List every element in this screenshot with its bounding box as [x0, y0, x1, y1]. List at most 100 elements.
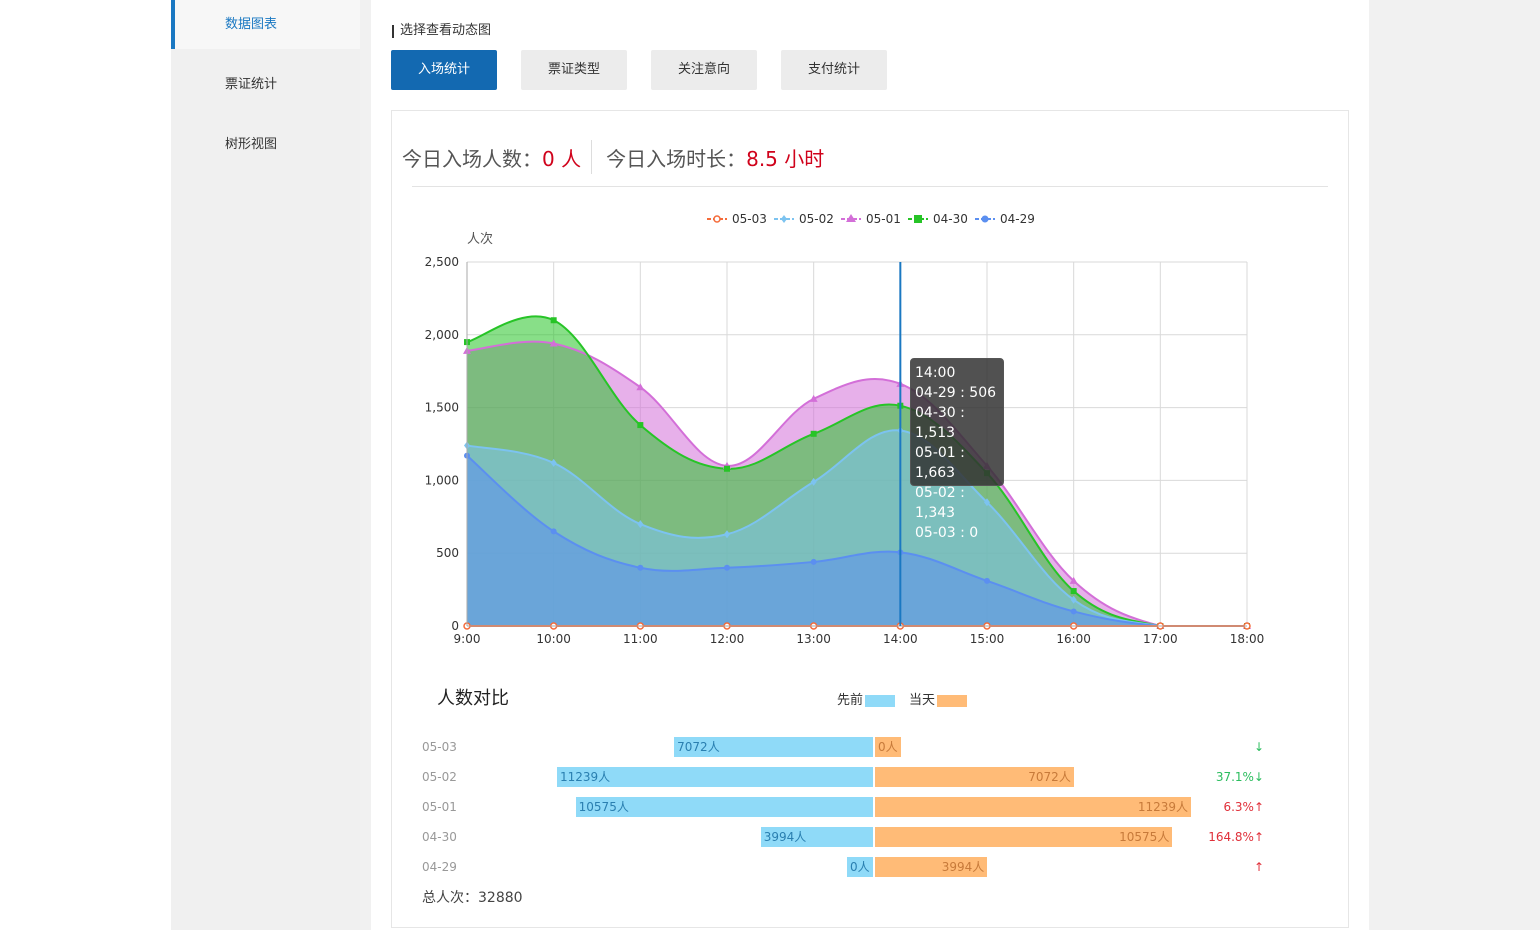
legend-today-swatch[interactable]	[937, 694, 968, 707]
today-count-value: 0 人	[542, 147, 582, 171]
legend-today-label: 当天	[909, 693, 936, 708]
data-point-04-30[interactable]	[637, 422, 644, 429]
area-chart[interactable]: 05-03 05-02 05-01 04-30 04-29 人次 0 500 1,000 1,…	[392, 191, 1348, 671]
data-point-04-30[interactable]	[810, 430, 817, 437]
legend-marker	[713, 215, 721, 223]
compare-row: 05-02 11239人 7072人 37.1%↓	[392, 767, 1348, 787]
compare-row: 04-29 0人 3994人 ↑	[392, 857, 1348, 877]
x-tick-label: 16:00	[1056, 632, 1091, 646]
data-point-04-29[interactable]	[1070, 608, 1077, 615]
tooltip-line: 05-03 : 0	[915, 525, 979, 541]
compare-bar-before[interactable]: 11239人	[557, 767, 873, 787]
legend-item-05-02[interactable]: 05-02	[774, 212, 834, 226]
x-tick-label: 14:00	[883, 632, 918, 646]
compare-change: ↓	[1253, 740, 1264, 754]
compare-row-date: 05-03	[422, 740, 457, 754]
tooltip-line: 05-01 : 1,663	[915, 445, 965, 481]
data-point-04-29[interactable]	[984, 577, 990, 584]
tab-interest-intent[interactable]: 关注意向	[651, 50, 757, 90]
compare-row-date: 04-29	[422, 860, 457, 874]
data-point-04-30[interactable]	[1070, 588, 1077, 595]
compare-bar-today[interactable]: 3994人	[875, 857, 988, 877]
legend-marker	[914, 215, 922, 223]
x-tick-label: 18:00	[1230, 632, 1265, 646]
page-right-margin	[1369, 0, 1540, 930]
legend-label: 05-03	[732, 212, 767, 226]
legend-label: 05-02	[799, 212, 834, 226]
y-axis-label: 人次	[467, 231, 493, 247]
sidebar-item-label: 票证统计	[225, 77, 278, 92]
tooltip-line: 04-30 : 1,513	[915, 405, 965, 441]
legend-item-05-03[interactable]: 05-03	[707, 212, 767, 226]
total-count: 总人次：32880	[422, 890, 523, 906]
tooltip-line: 05-02 : 1,343	[915, 485, 965, 521]
data-point-04-30[interactable]	[550, 317, 557, 324]
x-tick-label: 11:00	[623, 632, 658, 646]
data-point-04-29[interactable]	[810, 558, 817, 565]
y-tick-label: 1,000	[425, 473, 459, 487]
chart-areas	[467, 316, 1247, 626]
y-tick-label: 500	[436, 546, 459, 560]
compare-title: 人数对比	[437, 688, 509, 709]
compare-change: 37.1%↓	[1215, 770, 1264, 784]
sidebar-item-label: 树形视图	[225, 137, 278, 152]
legend-marker	[781, 215, 787, 223]
chart-tooltip: 14:00 04-29 : 506 04-30 : 1,513 05-01 : …	[910, 358, 1004, 541]
x-tick-label: 15:00	[970, 632, 1005, 646]
sidebar-item-tree-view[interactable]: 树形视图	[171, 120, 360, 169]
compare-row-date: 04-30	[422, 830, 457, 844]
legend-label: 05-01	[866, 212, 901, 226]
x-tick-label: 17:00	[1143, 632, 1178, 646]
data-point-04-29[interactable]	[550, 528, 557, 535]
legend-item-04-29[interactable]: 04-29	[975, 212, 1035, 226]
tooltip-title: 14:00	[915, 365, 956, 381]
y-tick-label: 2,500	[425, 255, 459, 269]
compare-legend[interactable]: 先前 当天	[837, 689, 981, 708]
chart-legend[interactable]: 05-03 05-02 05-01 04-30 04-29	[707, 212, 1035, 226]
sidebar: 数据图表 票证统计 树形视图	[171, 0, 360, 930]
data-point-04-29[interactable]	[724, 564, 730, 571]
compare-change: 6.3%↑	[1223, 800, 1264, 814]
compare-bar-before[interactable]: 7072人	[674, 737, 873, 757]
today-duration-value: 8.5 小时	[746, 147, 825, 171]
compare-bar-today[interactable]: 0人	[875, 737, 901, 757]
legend-item-04-30[interactable]: 04-30	[908, 212, 968, 226]
compare-bar-today[interactable]: 7072人	[875, 767, 1074, 787]
compare-bar-before[interactable]: 0人	[847, 857, 873, 877]
today-duration-label: 今日入场时长：	[606, 147, 747, 171]
sidebar-item-data-charts[interactable]: 数据图表	[171, 0, 360, 49]
tooltip-line: 04-29 : 506	[915, 385, 997, 401]
tab-payment-stats[interactable]: 支付统计	[781, 50, 887, 90]
legend-before-label: 先前	[837, 693, 864, 708]
tab-ticket-types[interactable]: 票证类型	[521, 50, 627, 90]
compare-change: ↑	[1253, 860, 1264, 874]
sidebar-item-ticket-stats[interactable]: 票证统计	[171, 60, 360, 109]
y-tick-label: 1,500	[425, 401, 459, 415]
compare-bar-before[interactable]: 10575人	[575, 797, 873, 817]
compare-bar-today[interactable]: 11239人	[875, 797, 1191, 817]
stats-separator	[412, 186, 1328, 187]
y-tick-label: 0	[451, 619, 459, 633]
x-tick-label: 12:00	[710, 632, 745, 646]
legend-before-swatch[interactable]	[865, 694, 896, 707]
legend-item-05-01[interactable]: 05-01	[841, 212, 901, 226]
y-tick-label: 2,000	[425, 328, 459, 342]
today-stats: 今日入场人数：0 人今日入场时长：8.5 小时	[402, 136, 824, 176]
main-content: 选择查看动态图 入场统计 票证类型 关注意向 支付统计 今日入场人数：0 人今日…	[371, 0, 1369, 930]
compare-bar-today[interactable]: 10575人	[875, 827, 1173, 847]
sidebar-divider	[360, 0, 371, 930]
tab-entry-stats[interactable]: 入场统计	[391, 50, 497, 90]
x-tick-label: 9:00	[454, 632, 481, 646]
sidebar-item-label: 数据图表	[225, 17, 278, 32]
data-point-04-29[interactable]	[637, 564, 644, 571]
today-count-label: 今日入场人数：	[402, 147, 542, 171]
legend-label: 04-30	[933, 212, 968, 226]
x-tick-label: 10:00	[536, 632, 571, 646]
stats-divider	[591, 139, 593, 174]
compare-row: 04-30 3994人 10575人 164.8%↑	[392, 827, 1348, 847]
data-point-04-30[interactable]	[724, 465, 730, 472]
compare-bar-before[interactable]: 3994人	[760, 827, 873, 847]
section-label: 选择查看动态图	[392, 22, 491, 40]
chart-panel: 今日入场人数：0 人今日入场时长：8.5 小时 05-03 05-02 05-01 0…	[391, 110, 1349, 928]
compare-row: 05-03 7072人 0人 ↓	[392, 737, 1348, 757]
